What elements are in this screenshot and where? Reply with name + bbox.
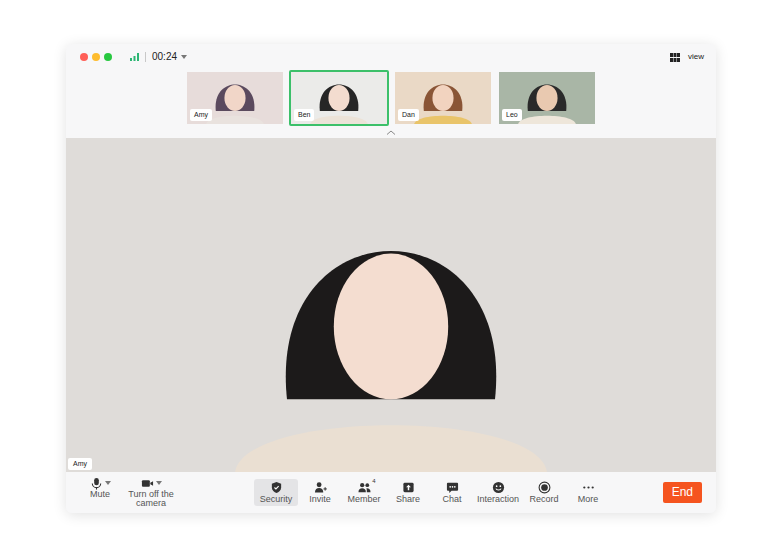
participant-thumbnail[interactable]: Ben — [289, 70, 389, 126]
chat-bubble-icon[interactable] — [446, 481, 459, 494]
share-screen-icon[interactable] — [402, 481, 415, 494]
participant-name: Dan — [398, 109, 419, 121]
participant-thumbnail[interactable]: Amy — [185, 70, 285, 126]
chat-button[interactable]: Chat — [430, 479, 474, 506]
dropdown-caret-icon[interactable] — [105, 481, 111, 485]
participant-name: Amy — [190, 109, 212, 121]
participant-strip: Amy Ben Dan Leo — [66, 70, 716, 126]
record-icon[interactable] — [538, 481, 551, 494]
grid-view-icon[interactable] — [670, 53, 680, 62]
mute-button[interactable]: Mute — [78, 474, 122, 501]
meeting-timer[interactable]: 00:24 — [152, 51, 187, 63]
add-person-icon[interactable] — [314, 481, 327, 494]
meeting-toolbar: MuteTurn off the cameraSecurityInvite4Me… — [66, 472, 716, 513]
end-meeting-button[interactable]: End — [663, 482, 702, 503]
tool-label: Share — [396, 495, 420, 504]
interaction-button[interactable]: Interaction — [474, 479, 522, 506]
tool-icon-row — [141, 476, 162, 490]
tool-icon-row — [270, 481, 283, 495]
participant-name: Ben — [294, 109, 314, 121]
microphone-icon[interactable] — [90, 477, 103, 490]
member-button[interactable]: 4Member — [342, 479, 386, 506]
dropdown-caret-icon[interactable] — [156, 481, 162, 485]
participant-thumbnail[interactable]: Leo — [497, 70, 597, 126]
collapse-chevron-icon[interactable] — [386, 130, 396, 135]
people-icon[interactable] — [358, 481, 371, 494]
device-controls: Mute Turn off the camera — [78, 474, 180, 511]
participant-name: Leo — [502, 109, 522, 121]
close-button[interactable] — [80, 53, 88, 61]
participant-thumbnail[interactable]: Dan — [393, 70, 493, 126]
record-button[interactable]: Record — [522, 479, 566, 506]
speaker-name: Amy — [68, 458, 92, 470]
tool-label: Mute — [90, 490, 110, 499]
meeting-controls: SecurityInvite4MemberShareChatInteractio… — [254, 479, 610, 506]
tool-icon-row — [538, 481, 551, 495]
tool-label: More — [578, 495, 599, 504]
share-button[interactable]: Share — [386, 479, 430, 506]
tool-icon-row — [314, 481, 327, 495]
tool-label: Security — [260, 495, 293, 504]
tool-icon-row — [446, 481, 459, 495]
tool-icon-row — [582, 481, 595, 495]
zoom-button[interactable] — [104, 53, 112, 61]
tool-icon-row — [492, 481, 505, 495]
tool-label: Chat — [442, 495, 461, 504]
tool-label: Record — [530, 495, 559, 504]
tool-label: Invite — [309, 495, 331, 504]
main-video: Amy — [66, 138, 716, 472]
dropdown-caret-icon[interactable] — [181, 55, 187, 59]
invite-button[interactable]: Invite — [298, 479, 342, 506]
tool-label: Turn off the camera — [125, 490, 177, 509]
top-bar: 00:24 view — [66, 44, 716, 70]
shield-icon[interactable] — [270, 481, 283, 494]
separator — [145, 52, 146, 62]
minimize-button[interactable] — [92, 53, 100, 61]
collapse-bar — [66, 126, 716, 138]
signal-icon — [130, 53, 139, 61]
member-count-badge: 4 — [372, 478, 375, 484]
camera-button[interactable]: Turn off the camera — [122, 474, 180, 511]
security-button[interactable]: Security — [254, 479, 298, 506]
tool-icon-row — [402, 481, 415, 495]
tool-icon-row — [90, 476, 111, 490]
view-label: view — [688, 51, 704, 63]
more-dots-icon[interactable] — [582, 481, 595, 494]
tool-icon-row: 4 — [358, 481, 371, 495]
speaker-video — [66, 138, 716, 472]
window-controls — [80, 53, 112, 61]
tool-label: Member — [347, 495, 380, 504]
timer-text: 00:24 — [152, 51, 177, 63]
tool-label: Interaction — [477, 495, 519, 504]
meeting-window: 00:24 view Amy Ben Dan Leo Amy Mute Turn off the… — [66, 44, 716, 513]
view-button[interactable]: view — [670, 51, 704, 63]
camera-icon[interactable] — [141, 477, 154, 490]
more-button[interactable]: More — [566, 479, 610, 506]
smiley-icon[interactable] — [492, 481, 505, 494]
